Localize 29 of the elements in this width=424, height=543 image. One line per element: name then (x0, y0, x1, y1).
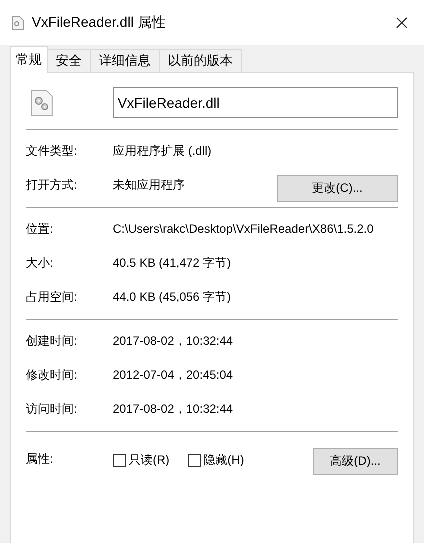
field-value: 2017-08-02，10:32:44 (113, 333, 234, 350)
file-name-field[interactable]: VxFileReader.dll (112, 87, 398, 118)
field-value: 2012-07-04，20:45:04 (113, 367, 234, 384)
field-label: 打开方式: (26, 177, 78, 194)
field-label: 访问时间: (26, 401, 78, 418)
field-value: 40.5 KB (41,472 字节) (113, 255, 232, 272)
field-value: 44.0 KB (45,056 字节) (113, 289, 232, 306)
window-title: VxFileReader.dll 属性 (32, 13, 167, 32)
tab[interactable]: 常规 (10, 46, 48, 73)
checkbox[interactable] (188, 454, 201, 466)
field-label: 文件类型: (26, 143, 78, 160)
field-value: C:\Users\rakc\Desktop\VxFileReader\X86\1.5.2.0 (113, 221, 375, 238)
field-label: 属性: (26, 451, 54, 468)
advanced-button[interactable]: 高级(D)... (313, 448, 398, 474)
file-icon (12, 16, 24, 30)
checkbox-label: 隐藏(H) (204, 452, 244, 469)
close-icon (396, 16, 408, 28)
field-label: 修改时间: (26, 367, 78, 384)
tab[interactable]: 以前的版本 (159, 49, 242, 72)
field-label: 创建时间: (26, 333, 78, 350)
change-button[interactable]: 更改(C)... (277, 174, 398, 202)
field-value: 2017-08-02，10:32:44 (113, 401, 234, 418)
field-label: 大小: (26, 255, 54, 272)
field-value: 未知应用程序 (113, 177, 186, 194)
checkbox[interactable] (113, 454, 126, 466)
field-label: 占用空间: (26, 289, 78, 306)
field-value: 应用程序扩展 (.dll) (113, 143, 213, 160)
checkbox-label: 只读(R) (129, 452, 170, 469)
field-label: 位置: (26, 221, 54, 238)
